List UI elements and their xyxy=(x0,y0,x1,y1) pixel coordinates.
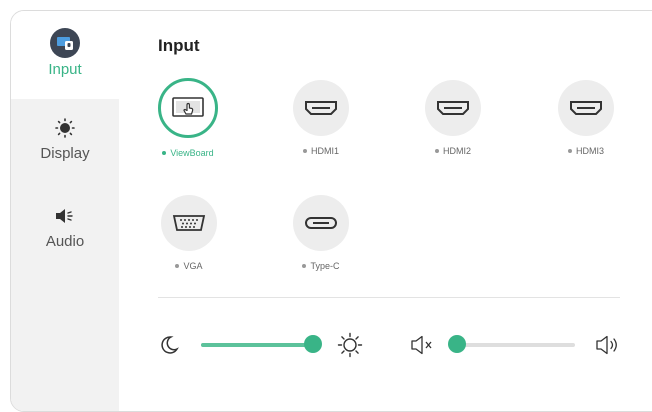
source-label: Type-C xyxy=(310,261,340,271)
status-dot xyxy=(567,149,572,153)
volume-slider[interactable] xyxy=(447,335,575,353)
settings-panel: Input Display Audio Input ViewBoard HDMI… xyxy=(10,10,652,412)
vga-port-icon xyxy=(161,195,217,251)
volume-up-icon xyxy=(595,335,623,355)
hdmi-port-icon xyxy=(425,80,481,136)
status-dot xyxy=(175,264,180,268)
status-dot xyxy=(162,151,167,155)
input-source-icon xyxy=(50,28,80,58)
source-hdmi1[interactable]: HDMI1 xyxy=(271,80,371,156)
sidebar-item-label: Audio xyxy=(45,233,85,250)
status-dot xyxy=(302,149,307,153)
brightness-slider[interactable] xyxy=(201,335,323,353)
brightness-thumb[interactable] xyxy=(304,335,323,353)
moon-icon xyxy=(158,334,180,356)
usb-type-c-icon xyxy=(293,195,349,251)
volume-thumb[interactable] xyxy=(447,335,466,353)
brightness-fill xyxy=(201,343,314,347)
divider xyxy=(158,297,620,298)
source-vga[interactable]: VGA xyxy=(139,195,239,271)
brightness-sun-icon xyxy=(55,117,75,139)
speaker-icon xyxy=(54,205,76,227)
sidebar-item-input[interactable]: Input xyxy=(11,11,119,99)
source-hdmi2[interactable]: HDMI2 xyxy=(403,80,503,156)
viewboard-touch-icon xyxy=(158,78,218,138)
volume-mute-icon xyxy=(410,335,438,355)
sidebar-item-audio[interactable]: Audio xyxy=(11,199,119,279)
source-label: HDMI3 xyxy=(575,146,604,156)
source-label: VGA xyxy=(183,261,203,271)
hdmi-port-icon xyxy=(293,80,349,136)
source-type-c[interactable]: Type-C xyxy=(271,195,371,271)
sun-icon xyxy=(337,332,363,358)
sidebar-item-label: Input xyxy=(48,61,82,78)
source-hdmi3[interactable]: HDMI3 xyxy=(536,80,636,156)
source-label: HDMI1 xyxy=(310,146,339,156)
sidebar-item-display[interactable]: Display xyxy=(11,111,119,191)
source-label: ViewBoard xyxy=(170,148,214,158)
status-dot xyxy=(434,149,439,153)
sidebar: Input Display Audio xyxy=(11,11,119,411)
page-title: Input xyxy=(158,36,200,55)
source-label: HDMI2 xyxy=(442,146,471,156)
sidebar-item-label: Display xyxy=(40,145,90,162)
status-dot xyxy=(302,264,307,268)
hdmi-port-icon xyxy=(558,80,614,136)
source-viewboard[interactable]: ViewBoard xyxy=(138,78,238,158)
